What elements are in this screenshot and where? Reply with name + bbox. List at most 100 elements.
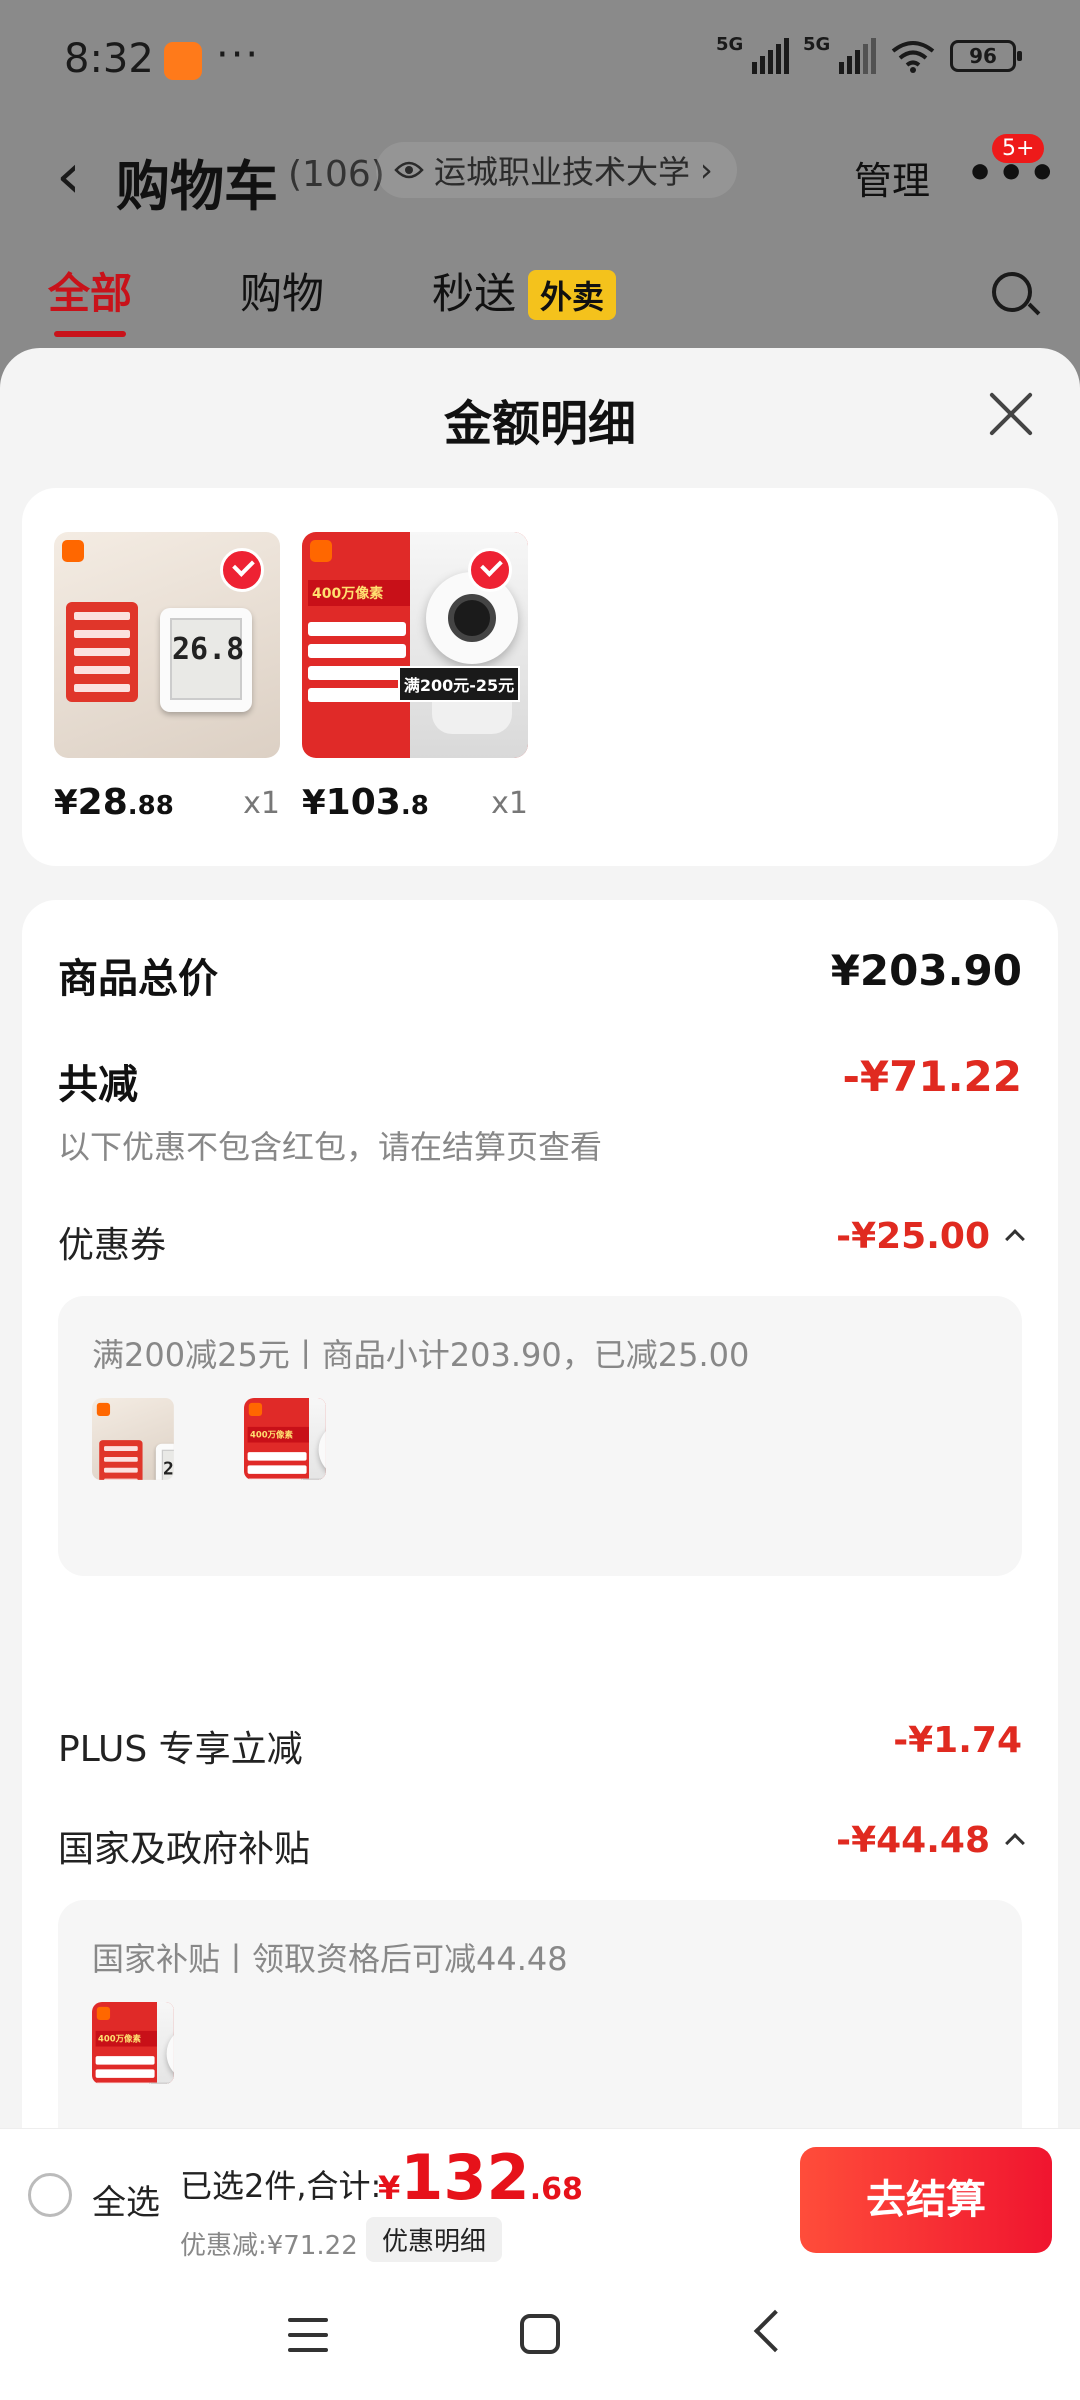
menu-icon[interactable] [288, 2318, 328, 2352]
price-decimal: .8 [400, 791, 429, 821]
total-reduction-row: 共减 -¥71.22 [58, 1052, 1022, 1112]
signal-label: 5G [716, 34, 744, 55]
total-reduction-label: 共减 [58, 1062, 138, 1108]
product-price: ¥103.8 [302, 782, 429, 823]
select-all-label[interactable]: 全选 [92, 2175, 160, 2224]
product-price: ¥28.88 [54, 782, 174, 823]
reduction-note: 以下优惠不包含红包，请在结算页查看 [58, 1128, 603, 1166]
location-chevron-icon: › [700, 151, 713, 189]
coupon-detail-box: 满200减25元丨商品小计203.90，已减25.00 26.8 400万像素 [58, 1296, 1022, 1576]
checkout-bar: 全选 已选2件,合计: ¥132.68 优惠减:¥71.22 优惠明细 去结算 [0, 2128, 1080, 2268]
search-icon[interactable] [992, 272, 1032, 312]
total-price-value: ¥203.90 [830, 946, 1022, 995]
total-price-label: 商品总价 [58, 956, 218, 1002]
home-icon[interactable] [520, 2314, 560, 2354]
mi-logo-icon [62, 540, 84, 562]
price-symbol: ¥ [54, 783, 78, 823]
back-chevron-icon[interactable]: ‹ [56, 145, 81, 207]
camera-promo-tag: 满200元-25元 [398, 666, 520, 702]
total-decimal: .68 [529, 2172, 583, 2207]
camera-headline: 400万像素 [247, 1426, 314, 1443]
back-icon[interactable] [753, 2309, 797, 2353]
total-price-row: 商品总价 ¥203.90 [58, 946, 1022, 1006]
location-pill[interactable]: 运城职业技术大学 › [376, 142, 737, 198]
product-item[interactable]: 400万像素 满200元-25元 ¥103.8 x1 [302, 532, 528, 823]
camera-lens [448, 594, 496, 642]
status-time: 8:32 [64, 36, 154, 82]
feature-bar [308, 688, 406, 702]
selected-check-icon[interactable] [468, 548, 512, 592]
camera-product-image: 400万像素 满200元-25元 [302, 532, 528, 758]
checkout-total: ¥132.68 [378, 2141, 583, 2214]
price-integer: 103 [325, 782, 401, 823]
thermometer-product-image: 26.8 [54, 532, 280, 758]
coupon-detail-text: 满200减25元丨商品小计203.90，已减25.00 [92, 1336, 750, 1374]
mi-logo-icon [248, 1402, 263, 1417]
camera-headline: 400万像素 [308, 580, 418, 606]
coupon-value: -¥25.00 [836, 1216, 1025, 1257]
status-bar: 8:32 ··· 5G 5G 96 [0, 0, 1080, 120]
eye-icon [394, 161, 424, 179]
plus-discount-value: -¥1.74 [893, 1720, 1022, 1761]
status-more-dots: ··· [216, 32, 261, 78]
tab-all[interactable]: 全部 [48, 260, 132, 337]
government-subsidy-label: 国家及政府补贴 [58, 1829, 311, 1870]
cart-count: (106) [288, 154, 385, 195]
select-all-radio[interactable] [28, 2173, 72, 2217]
selected-summary: 已选2件,合计: [180, 2167, 382, 2205]
coupon-amount: -¥25.00 [836, 1216, 990, 1257]
feature-bar [247, 1452, 307, 1461]
camera-promo-tag: 满200元-25元 [149, 2082, 174, 2084]
selected-check-icon[interactable] [220, 548, 264, 592]
message-badge: 5+ [992, 134, 1045, 163]
feature-bar [95, 2069, 155, 2078]
feature-bar [95, 2056, 155, 2065]
feature-bar [247, 1478, 307, 1480]
camera-promo-tag: 满200元-25元 [301, 1478, 326, 1480]
tab-instant[interactable]: 秒送 [432, 260, 516, 321]
selected-products-card: 26.8 ¥28.88 x1 400万像素 满200元-25元 ¥103.8 x… [22, 488, 1058, 866]
product-quantity: x1 [243, 786, 280, 821]
chevron-up-icon[interactable] [1005, 1833, 1025, 1853]
system-nav-bar [0, 2268, 1080, 2400]
feature-bar [95, 2082, 155, 2084]
feature-bar [308, 666, 406, 680]
coupon-product-thumbnail: 26.8 [92, 1398, 228, 1534]
tab-shopping[interactable]: 购物 [240, 260, 324, 321]
price-integer: 28 [77, 782, 128, 823]
close-icon[interactable] [986, 390, 1034, 438]
sheet-title: 金额明细 [443, 396, 636, 452]
signal-icon: 5G [716, 34, 789, 74]
camera-headline: 400万像素 [95, 2030, 162, 2047]
camera-thumbnail-image: 400万像素 满200元-25元 [92, 2002, 174, 2084]
thermometer-thumbnail-image: 26.8 [92, 1398, 174, 1480]
amount-detail-sheet: 金额明细 26.8 ¥28.88 x1 400万像素 满200元-25元 ¥10… [0, 348, 1080, 2128]
total-reduction-value: -¥71.22 [842, 1052, 1022, 1101]
mi-logo-icon [96, 1402, 111, 1417]
chevron-up-icon[interactable] [1005, 1229, 1025, 1249]
takeout-badge: 外卖 [528, 270, 617, 320]
feature-bar [308, 622, 406, 636]
plus-discount-label: PLUS 专享立减 [58, 1729, 303, 1770]
manage-button[interactable]: 管理 [854, 150, 930, 205]
signal-label-2: 5G [803, 34, 831, 55]
cart-tabs: 全部 购物 秒送 外卖 [0, 250, 1080, 350]
signal-icon-2: 5G [803, 34, 876, 74]
camera-thumbnail-image: 400万像素 满200元-25元 [244, 1398, 326, 1480]
wifi-icon [891, 41, 935, 73]
thermometer-device: 26.8 [155, 1443, 174, 1480]
mi-logo-icon [96, 2006, 111, 2021]
app-notification-icon [164, 42, 202, 80]
government-subsidy-value: -¥44.48 [836, 1820, 1025, 1861]
discount-detail-button[interactable]: 优惠明细 [366, 2217, 503, 2262]
cart-header: ‹ 购物车 (106) 运城职业技术大学 › 管理 ••• 5+ [0, 120, 1080, 230]
coupon-product-thumbnail: 400万像素 满200元-25元 [244, 1398, 380, 1534]
coupon-label: 优惠券 [58, 1225, 167, 1266]
subsidy-detail-box: 国家补贴丨领取资格后可减44.48 400万像素 满200元-25元 [58, 1900, 1022, 2128]
subsidy-amount: -¥44.48 [836, 1820, 990, 1861]
feature-bar [308, 644, 406, 658]
checkout-button[interactable]: 去结算 [800, 2147, 1052, 2253]
product-item[interactable]: 26.8 ¥28.88 x1 [54, 532, 280, 823]
total-integer: 132 [400, 2141, 530, 2214]
total-symbol: ¥ [378, 2169, 401, 2207]
